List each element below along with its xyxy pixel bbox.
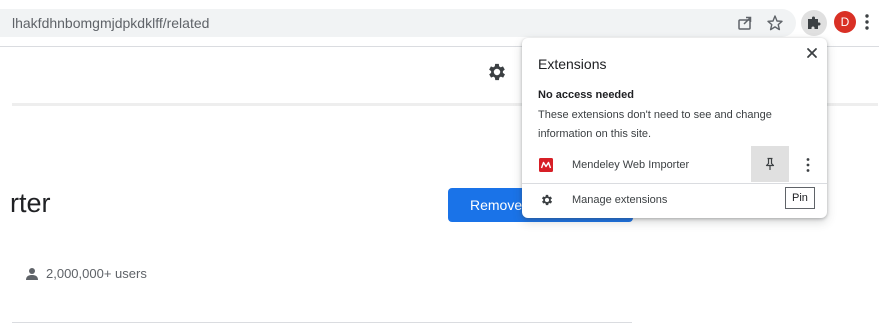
popup-title: Extensions xyxy=(538,56,607,72)
users-count-text: 2,000,000+ users xyxy=(46,266,147,281)
profile-avatar[interactable]: D xyxy=(834,11,856,33)
user-count: 2,000,000+ users xyxy=(25,266,147,281)
browser-menu-icon[interactable] xyxy=(864,13,870,31)
section-title: No access needed xyxy=(538,89,634,101)
share-icon[interactable] xyxy=(736,14,754,32)
puzzle-icon xyxy=(808,16,821,29)
pin-tooltip: Pin xyxy=(785,187,815,209)
manage-extensions-label[interactable]: Manage extensions xyxy=(572,194,667,206)
extensions-popup: Extensions No access needed These extens… xyxy=(522,38,827,218)
settings-gear-icon[interactable] xyxy=(486,61,508,83)
extension-item-mendeley[interactable]: Mendeley Web Importer xyxy=(522,146,827,182)
url-text[interactable]: lhakfdhnbomgmjdpkdklff/related xyxy=(12,15,209,31)
manage-gear-icon xyxy=(541,194,553,206)
section-divider xyxy=(12,322,632,323)
bookmark-star-icon[interactable] xyxy=(766,14,784,32)
pin-extension-button[interactable] xyxy=(751,146,789,182)
manage-extensions-row[interactable]: Manage extensions Pin xyxy=(522,185,827,215)
remove-button-label: Remove xyxy=(470,197,523,213)
address-bar[interactable]: lhakfdhnbomgmjdpkdklff/related xyxy=(0,9,796,37)
section-description: These extensions don't need to see and c… xyxy=(538,109,772,140)
mendeley-logo-icon xyxy=(539,158,553,172)
extension-title: rter xyxy=(10,188,51,218)
more-options-icon[interactable] xyxy=(805,157,811,173)
extension-name[interactable]: Mendeley Web Importer xyxy=(572,159,689,171)
extensions-button[interactable] xyxy=(801,10,827,36)
popup-divider xyxy=(522,183,827,184)
user-icon xyxy=(26,267,38,280)
pin-icon xyxy=(765,157,775,170)
close-icon[interactable] xyxy=(804,45,820,61)
